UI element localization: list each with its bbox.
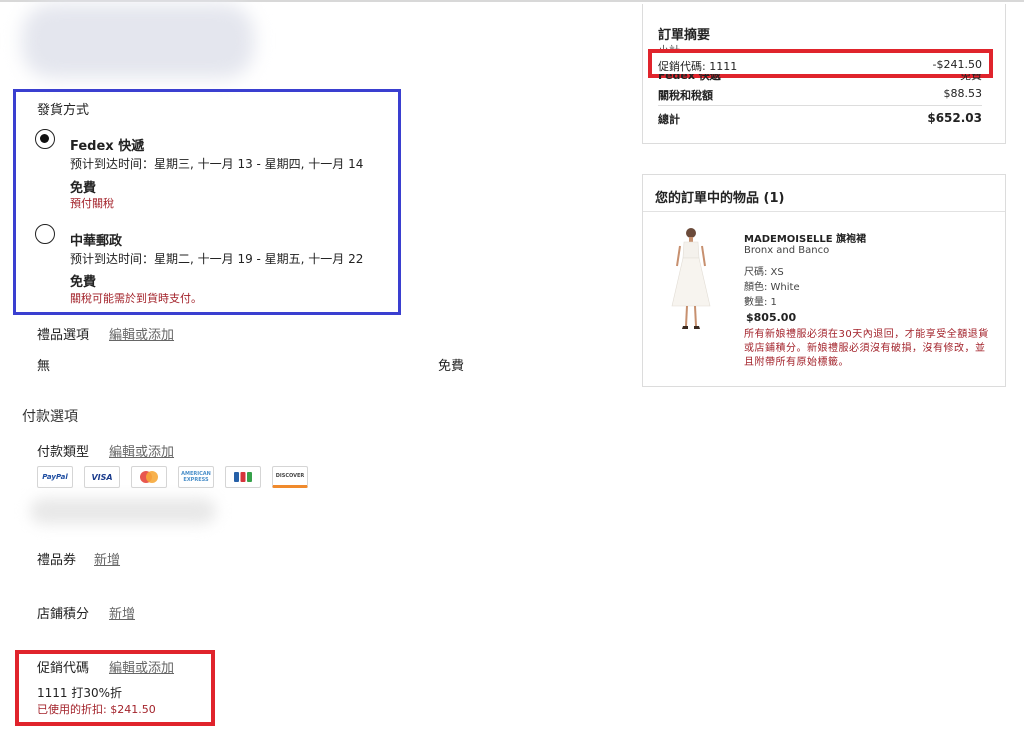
order-summary-title: 訂單摘要 <box>658 28 711 43</box>
promo-code-label: 促銷代碼 <box>37 661 90 676</box>
gift-options-label: 禮品選項 <box>37 328 90 343</box>
top-divider <box>0 0 1024 2</box>
option-post-price: 免費 <box>70 275 97 290</box>
product-brand: Bronx and Banco <box>744 245 830 256</box>
payment-type-edit-link[interactable]: 編輯或添加 <box>109 441 174 460</box>
mastercard-card-icon <box>131 466 167 488</box>
gift-options-edit-link[interactable]: 編輯或添加 <box>109 324 174 343</box>
payment-section-title: 付款選項 <box>22 409 78 425</box>
product-color: 顏色: White <box>744 282 800 293</box>
store-credit-label: 店鋪積分 <box>37 607 90 622</box>
promo-code-line: 1111 打30%折 <box>37 686 123 700</box>
product-return-policy: 所有新娘禮服必須在30天內退回，才能享受全額退貨或店鋪積分。新娘禮服必須沒有破損… <box>744 329 989 368</box>
product-quantity: 數量: 1 <box>744 297 777 308</box>
summary-tax-value: $88.53 <box>943 87 983 100</box>
discover-card-icon: DISCOVER <box>272 466 308 488</box>
option-fedex-eta: 预计到达时间：星期三, 十一月 13 - 星期四, 十一月 14 <box>70 157 364 171</box>
store-credit-add-link[interactable]: 新增 <box>109 603 135 622</box>
promo-code-edit-link[interactable]: 編輯或添加 <box>109 657 174 676</box>
product-name[interactable]: MADEMOISELLE 旗袍裙 <box>744 230 866 245</box>
summary-tax-label: 關稅和稅額 <box>658 89 713 102</box>
option-fedex-note: 預付關稅 <box>70 197 114 210</box>
option-post-name: 中華郵政 <box>70 234 123 249</box>
summary-shipping-value: 免費 <box>960 74 982 82</box>
product-size: 尺碼: XS <box>744 267 784 278</box>
radio-post[interactable] <box>35 224 55 244</box>
gift-card-add-link[interactable]: 新增 <box>94 549 120 568</box>
option-fedex-name: Fedex 快遞 <box>70 139 145 154</box>
summary-total-label: 總計 <box>658 113 680 126</box>
summary-total-value: $652.03 <box>927 111 982 125</box>
product-price: $805.00 <box>746 311 797 324</box>
amex-card-icon: AMERICAN EXPRESS <box>178 466 214 488</box>
radio-fedex[interactable] <box>35 129 55 149</box>
order-items-divider <box>643 211 1005 212</box>
gift-card-label: 禮品券 <box>37 553 77 568</box>
blurred-payment-info <box>30 498 216 524</box>
visa-card-icon: VISA <box>84 466 120 488</box>
shipping-title: 發貨方式 <box>37 103 90 118</box>
gift-options-price: 免費 <box>438 359 465 374</box>
paypal-card-icon: PayPal <box>37 466 73 488</box>
order-items-title: 您的訂單中的物品 (1) <box>655 191 785 206</box>
jcb-card-icon <box>225 466 261 488</box>
gift-options-value: 無 <box>37 359 51 374</box>
option-post-note: 關稅可能需於到貨時支付。 <box>70 292 202 305</box>
product-image[interactable] <box>666 226 716 332</box>
option-post-eta: 预计到达时间：星期二, 十一月 19 - 星期五, 十一月 22 <box>70 252 364 266</box>
blurred-header-area <box>22 4 254 78</box>
summary-shipping-label: Fedex 快遞 <box>658 74 721 82</box>
summary-divider <box>658 105 982 106</box>
promo-applied-discount: 已使用的折扣: $241.50 <box>37 703 156 716</box>
payment-type-label: 付款類型 <box>37 445 90 460</box>
option-fedex-price: 免費 <box>70 181 97 196</box>
